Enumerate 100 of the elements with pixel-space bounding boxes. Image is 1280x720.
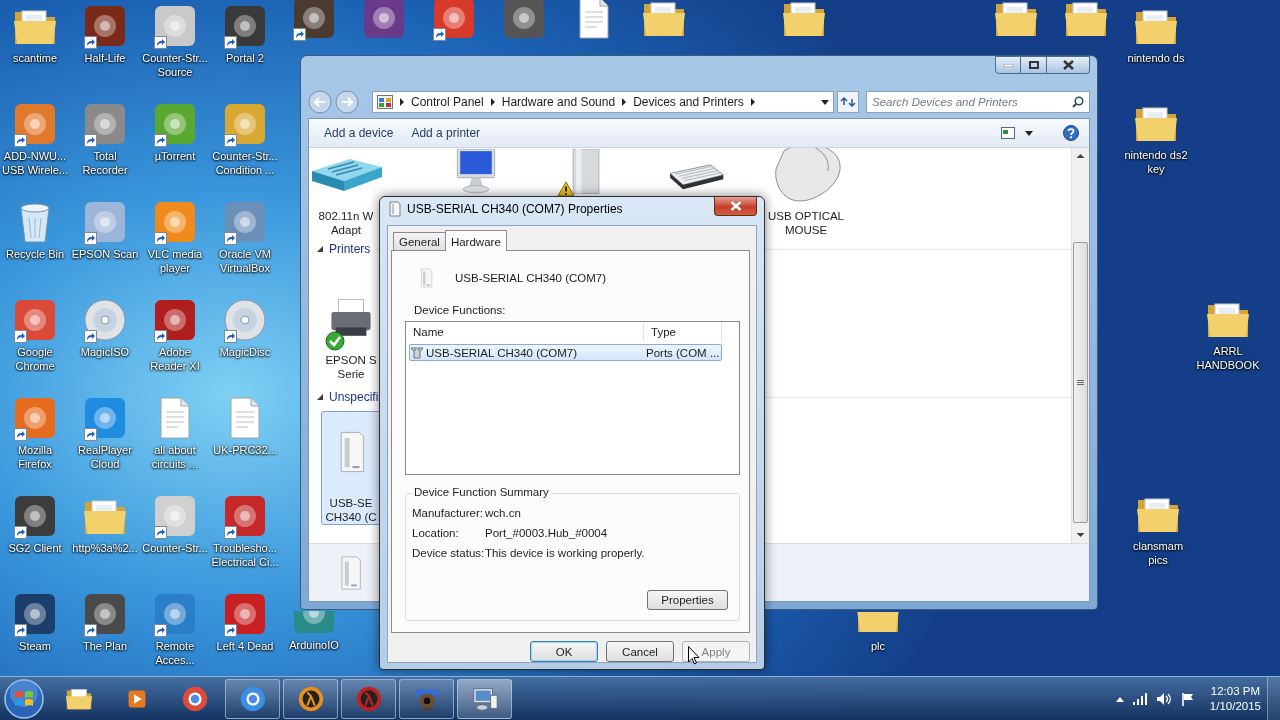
icon-label: Portal 2 bbox=[226, 51, 264, 65]
field-value: wch.cn bbox=[485, 507, 522, 519]
start-button[interactable] bbox=[3, 677, 45, 720]
icon-label: scantime bbox=[13, 51, 57, 65]
device-label: USB-SE CH340 (C bbox=[325, 496, 377, 524]
arrow-right-icon bbox=[621, 98, 628, 106]
back-button[interactable] bbox=[308, 90, 332, 114]
device-label: 802.11n W Adapt bbox=[318, 209, 374, 237]
icon-label: Counter-Str... Condition ... bbox=[212, 149, 278, 177]
taskbar-button[interactable] bbox=[457, 678, 512, 719]
icon-label: plc bbox=[870, 639, 886, 653]
device-tile[interactable]: USB-SE CH340 (C bbox=[321, 411, 381, 525]
minimize-button[interactable] bbox=[995, 56, 1021, 74]
disclosure-triangle-icon[interactable] bbox=[316, 245, 324, 253]
icon-label: RealPlayer Cloud bbox=[78, 443, 132, 471]
signal-icon[interactable] bbox=[1132, 692, 1147, 705]
field-label: Manufacturer: bbox=[412, 507, 484, 519]
icon-label: Troublesho... Electrical Ci... bbox=[211, 541, 279, 569]
taskbar-button[interactable] bbox=[225, 678, 280, 719]
arrow-right-icon bbox=[489, 98, 496, 106]
toolbar-button[interactable]: Add a printer bbox=[402, 123, 490, 143]
column-header[interactable]: Type bbox=[644, 322, 722, 342]
arrow-right-icon bbox=[749, 98, 756, 106]
field-value: This device is working properly. bbox=[485, 547, 646, 559]
section-title[interactable]: Unspecifi bbox=[329, 390, 379, 404]
icon-label: nintendo ds bbox=[1127, 51, 1185, 65]
minimize-icon bbox=[1003, 63, 1013, 67]
window-title: USB-SERIAL CH340 (COM7) Properties bbox=[407, 202, 623, 216]
icon-label: MagicDisc bbox=[219, 345, 271, 359]
icon-label: The Plan bbox=[83, 639, 127, 653]
grip-icon bbox=[1077, 379, 1084, 386]
refresh-button[interactable] bbox=[837, 91, 859, 113]
group-title: Device Function Summary bbox=[412, 486, 551, 498]
close-button[interactable] bbox=[1047, 56, 1090, 74]
icon-label: Total Recorder bbox=[82, 149, 128, 177]
icon-label: Mozilla Firefox bbox=[17, 443, 53, 471]
column-header[interactable]: Name bbox=[406, 322, 644, 342]
device-functions-list[interactable]: Name Type USB-SERIAL CH340 (COM7) Ports (COM ... bbox=[405, 321, 740, 475]
field-label: Device status: bbox=[412, 547, 485, 559]
tab[interactable]: Hardware bbox=[444, 230, 507, 251]
dialog-button[interactable]: Cancel bbox=[606, 641, 674, 662]
icon-label: UK-PRC32... bbox=[213, 443, 277, 457]
device-box-icon bbox=[389, 201, 401, 217]
maximize-button[interactable] bbox=[1021, 56, 1047, 74]
port-icon bbox=[410, 345, 424, 360]
device-tile[interactable]: EPSON S Serie bbox=[321, 288, 381, 382]
properties-button[interactable]: Properties bbox=[647, 590, 728, 610]
icon-label: VLC media player bbox=[147, 247, 203, 275]
field-label: Location: bbox=[412, 527, 460, 539]
taskbar-button[interactable] bbox=[341, 678, 396, 719]
arrow-right-icon bbox=[399, 98, 405, 106]
scrollbar[interactable] bbox=[1071, 148, 1089, 543]
dialog-button[interactable]: OK bbox=[530, 641, 598, 662]
disclosure-triangle-icon[interactable] bbox=[316, 393, 324, 401]
icon-label: µTorrent bbox=[154, 149, 196, 163]
toolbar-button[interactable]: Add a device bbox=[315, 123, 403, 143]
control-panel-icon bbox=[377, 95, 393, 109]
tab[interactable]: General bbox=[393, 232, 446, 250]
search-field[interactable]: Search Devices and Printers bbox=[866, 91, 1090, 113]
icon-label: Remote Acces... bbox=[155, 639, 195, 667]
view-options-icon[interactable] bbox=[1001, 127, 1015, 139]
icon-label: ARRL HANDBOOK bbox=[1196, 344, 1260, 372]
icon-label: Recycle Bin bbox=[5, 247, 65, 261]
close-button[interactable] bbox=[714, 197, 757, 216]
show-desktop-button[interactable] bbox=[1267, 677, 1280, 720]
icon-label: Oracle VM VirtualBox bbox=[219, 247, 271, 275]
close-icon bbox=[1062, 60, 1074, 70]
icon-label: Steam bbox=[19, 639, 51, 653]
cursor-icon bbox=[688, 646, 700, 665]
volume-icon[interactable] bbox=[1155, 691, 1172, 706]
icon-label: Counter-Str... Source bbox=[142, 51, 208, 79]
disc-icon[interactable] bbox=[81, 296, 129, 344]
device-label: EPSON S Serie bbox=[325, 353, 377, 381]
section-label: Device Functions: bbox=[414, 304, 507, 316]
forward-button[interactable] bbox=[335, 90, 359, 114]
search-icon[interactable] bbox=[1072, 96, 1084, 108]
device-tile[interactable]: 802.11n W Adapt bbox=[311, 148, 381, 238]
taskbar-button[interactable] bbox=[283, 678, 338, 719]
flag-icon[interactable] bbox=[1180, 691, 1195, 706]
breadcrumb-item[interactable]: Control Panel bbox=[411, 95, 484, 109]
disc-icon[interactable] bbox=[221, 296, 269, 344]
list-row[interactable]: USB-SERIAL CH340 (COM7) Ports (COM ... bbox=[409, 344, 722, 361]
arrow-up-icon[interactable] bbox=[1115, 695, 1124, 702]
device-label: USB OPTICAL MOUSE bbox=[767, 209, 845, 237]
breadcrumb-item[interactable]: Devices and Printers bbox=[633, 95, 744, 109]
icon-label: EPSON Scan bbox=[71, 247, 139, 261]
close-icon bbox=[729, 201, 742, 211]
icon-label: ArduinoIO bbox=[289, 638, 339, 652]
breadcrumb-item[interactable]: Hardware and Sound bbox=[501, 95, 616, 109]
icon-label: clansmam pics bbox=[1132, 539, 1184, 567]
field-value: Port_#0003.Hub_#0004 bbox=[485, 527, 609, 539]
dropdown-arrow-icon[interactable] bbox=[1025, 130, 1033, 136]
section-title[interactable]: Printers bbox=[329, 242, 371, 256]
icon-label: Left 4 Dead bbox=[216, 639, 274, 653]
dropdown-arrow-icon[interactable] bbox=[821, 99, 829, 105]
help-icon[interactable] bbox=[1063, 125, 1079, 141]
address-bar[interactable]: Control Panel Hardware and Sound Devices and Printers bbox=[372, 91, 834, 113]
icon-label: ADD-NWU... USB Wirele... bbox=[2, 149, 68, 177]
icon-label: Adobe Reader XI bbox=[150, 345, 200, 373]
icon-label: nintendo ds2 key bbox=[1124, 148, 1188, 176]
